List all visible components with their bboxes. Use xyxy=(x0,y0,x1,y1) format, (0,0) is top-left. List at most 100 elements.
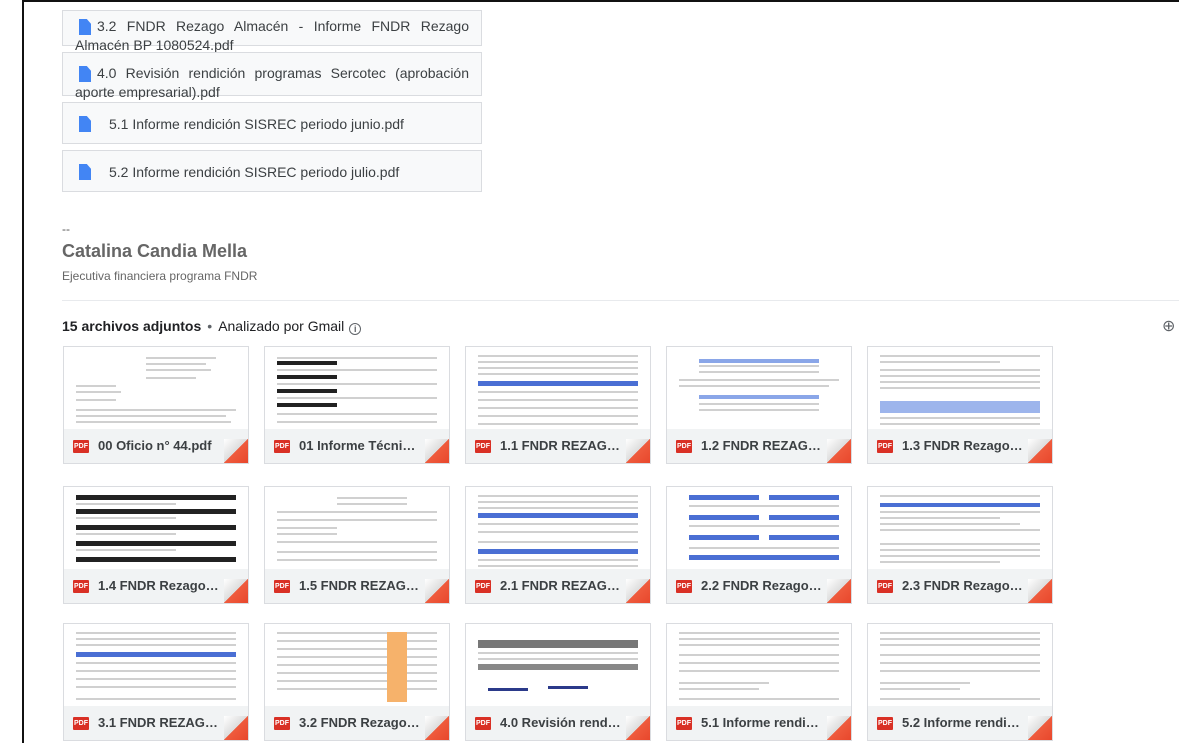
add-all-to-drive-icon[interactable]: ⊕ xyxy=(1162,316,1175,336)
page-preview xyxy=(880,351,1042,431)
drive-link-card[interactable]: 3.2 FNDR Rezago Almacén - Informe FNDR R… xyxy=(62,10,482,53)
drive-link-card[interactable]: 5.2 Informe rendición SISREC periodo jul… xyxy=(62,150,482,192)
page-corner-fold xyxy=(1028,579,1052,603)
page-preview xyxy=(277,628,439,708)
attachment-thumbnail[interactable]: PDF 5.1 Informe rendición.pdf xyxy=(666,623,852,741)
pdf-icon: PDF xyxy=(676,440,692,453)
attachment-name: 1.3 FNDR Rezago.pdf xyxy=(902,438,1024,453)
attachment-name: 00 Oficio n° 44.pdf xyxy=(98,438,212,453)
page-preview xyxy=(277,491,439,571)
attachment-caption: PDF 2.3 FNDR Rezago.pdf xyxy=(868,569,1052,603)
attachment-name: 3.1 FNDR REZAGO.pdf xyxy=(98,715,220,730)
attachment-thumbnail[interactable]: PDF 1.3 FNDR Rezago.pdf xyxy=(867,346,1053,464)
attachment-caption: PDF 3.2 FNDR Rezago.pdf xyxy=(265,706,449,740)
attachment-name: 2.2 FNDR Rezago.pdf xyxy=(701,578,823,593)
attachment-name: 5.1 Informe rendición.pdf xyxy=(701,715,823,730)
pdf-icon: PDF xyxy=(475,717,491,730)
link-text[interactable]: 3.2 FNDR Rezago Almacén - Informe FNDR R… xyxy=(75,17,469,55)
pdf-icon: PDF xyxy=(676,717,692,730)
attachment-caption: PDF 1.3 FNDR Rezago.pdf xyxy=(868,429,1052,463)
attachments-header: 15 archivos adjuntos • Analizado por Gmail… xyxy=(62,318,362,335)
pdf-icon: PDF xyxy=(475,440,491,453)
attachment-thumbnail[interactable]: PDF 2.1 FNDR REZAGO.pdf xyxy=(465,486,651,604)
page-preview xyxy=(679,491,841,571)
attachment-thumbnail[interactable]: PDF 5.2 Informe rendición.pdf xyxy=(867,623,1053,741)
attachment-name: 1.2 FNDR REZAGO.pdf xyxy=(701,438,823,453)
link-text[interactable]: 5.2 Informe rendición SISREC periodo jul… xyxy=(109,164,399,180)
drive-link-card[interactable]: 5.1 Informe rendición SISREC periodo jun… xyxy=(62,102,482,144)
attachment-caption: PDF 5.2 Informe rendición.pdf xyxy=(868,706,1052,740)
signature-separator: -- xyxy=(62,222,70,236)
attachment-caption: PDF 3.1 FNDR REZAGO.pdf xyxy=(64,706,248,740)
page-corner-fold xyxy=(224,439,248,463)
attachment-thumbnail[interactable]: PDF 3.2 FNDR Rezago.pdf xyxy=(264,623,450,741)
header-separator: • xyxy=(207,318,213,334)
attachment-caption: PDF 1.2 FNDR REZAGO.pdf xyxy=(667,429,851,463)
link-text[interactable]: 4.0 Revisión rendición programas Sercote… xyxy=(75,59,469,102)
page-corner-fold xyxy=(425,579,449,603)
attachments-count: 15 archivos adjuntos xyxy=(62,318,202,334)
pdf-icon: PDF xyxy=(877,580,893,593)
page-preview xyxy=(76,628,238,708)
attachment-caption: PDF 00 Oficio n° 44.pdf xyxy=(64,429,248,463)
attachment-name: 1.5 FNDR REZAGO.pdf xyxy=(299,578,421,593)
page-preview xyxy=(76,491,238,571)
attachment-name: 3.2 FNDR Rezago.pdf xyxy=(299,715,421,730)
page-corner-fold xyxy=(224,716,248,740)
attachment-name: 2.3 FNDR Rezago.pdf xyxy=(902,578,1024,593)
pdf-icon: PDF xyxy=(475,580,491,593)
attachment-name: 01 Informe Técnico.pdf xyxy=(299,438,421,453)
info-icon[interactable]: i xyxy=(349,323,362,335)
page-preview xyxy=(478,491,640,571)
window-frame-top xyxy=(22,0,1179,2)
attachment-thumbnail[interactable]: PDF 3.1 FNDR REZAGO.pdf xyxy=(63,623,249,741)
page-preview xyxy=(76,351,238,431)
page-corner-fold xyxy=(224,579,248,603)
attachment-caption: PDF 1.1 FNDR REZAGO.pdf xyxy=(466,429,650,463)
pdf-icon: PDF xyxy=(73,717,89,730)
pdf-icon: PDF xyxy=(274,580,290,593)
page-preview xyxy=(880,628,1042,708)
attachment-caption: PDF 01 Informe Técnico.pdf xyxy=(265,429,449,463)
attachment-thumbnail[interactable]: PDF 2.2 FNDR Rezago.pdf xyxy=(666,486,852,604)
attachment-caption: PDF 2.1 FNDR REZAGO.pdf xyxy=(466,569,650,603)
page-preview xyxy=(880,491,1042,571)
attachment-caption: PDF 1.5 FNDR REZAGO.pdf xyxy=(265,569,449,603)
page-corner-fold xyxy=(425,716,449,740)
signature-name: Catalina Candia Mella xyxy=(62,241,248,261)
pdf-icon: PDF xyxy=(73,440,89,453)
pdf-icon: PDF xyxy=(877,440,893,453)
pdf-icon: PDF xyxy=(274,717,290,730)
attachment-name: 1.4 FNDR Rezago.pdf xyxy=(98,578,220,593)
page-corner-fold xyxy=(626,716,650,740)
page-preview xyxy=(679,351,841,431)
link-text[interactable]: 5.1 Informe rendición SISREC periodo jun… xyxy=(109,116,404,132)
attachment-thumbnail[interactable]: PDF 1.5 FNDR REZAGO.pdf xyxy=(264,486,450,604)
page-corner-fold xyxy=(827,439,851,463)
attachment-name: 2.1 FNDR REZAGO.pdf xyxy=(500,578,622,593)
attachment-thumbnail[interactable]: PDF 1.2 FNDR REZAGO.pdf xyxy=(666,346,852,464)
page-corner-fold xyxy=(626,439,650,463)
page-corner-fold xyxy=(1028,439,1052,463)
page-corner-fold xyxy=(827,579,851,603)
attachment-caption: PDF 5.1 Informe rendición.pdf xyxy=(667,706,851,740)
attachment-thumbnail[interactable]: PDF 00 Oficio n° 44.pdf xyxy=(63,346,249,464)
page-preview xyxy=(679,628,841,708)
page-preview xyxy=(277,351,439,431)
pdf-icon: PDF xyxy=(73,580,89,593)
attachment-thumbnail[interactable]: PDF 1.1 FNDR REZAGO.pdf xyxy=(465,346,651,464)
page-corner-fold xyxy=(827,716,851,740)
attachment-caption: PDF 2.2 FNDR Rezago.pdf xyxy=(667,569,851,603)
attachment-thumbnail[interactable]: PDF 4.0 Revisión rendición.pdf xyxy=(465,623,651,741)
pdf-icon: PDF xyxy=(877,717,893,730)
attachment-thumbnail[interactable]: PDF 01 Informe Técnico.pdf xyxy=(264,346,450,464)
attachment-thumbnail[interactable]: PDF 1.4 FNDR Rezago.pdf xyxy=(63,486,249,604)
drive-link-card[interactable]: 4.0 Revisión rendición programas Sercote… xyxy=(62,52,482,100)
page-preview xyxy=(478,628,640,708)
document-icon xyxy=(79,116,91,132)
attachment-name: 4.0 Revisión rendición.pdf xyxy=(500,715,622,730)
attachment-caption: PDF 1.4 FNDR Rezago.pdf xyxy=(64,569,248,603)
page-corner-fold xyxy=(425,439,449,463)
attachment-thumbnail[interactable]: PDF 2.3 FNDR Rezago.pdf xyxy=(867,486,1053,604)
attachment-name: 5.2 Informe rendición.pdf xyxy=(902,715,1024,730)
